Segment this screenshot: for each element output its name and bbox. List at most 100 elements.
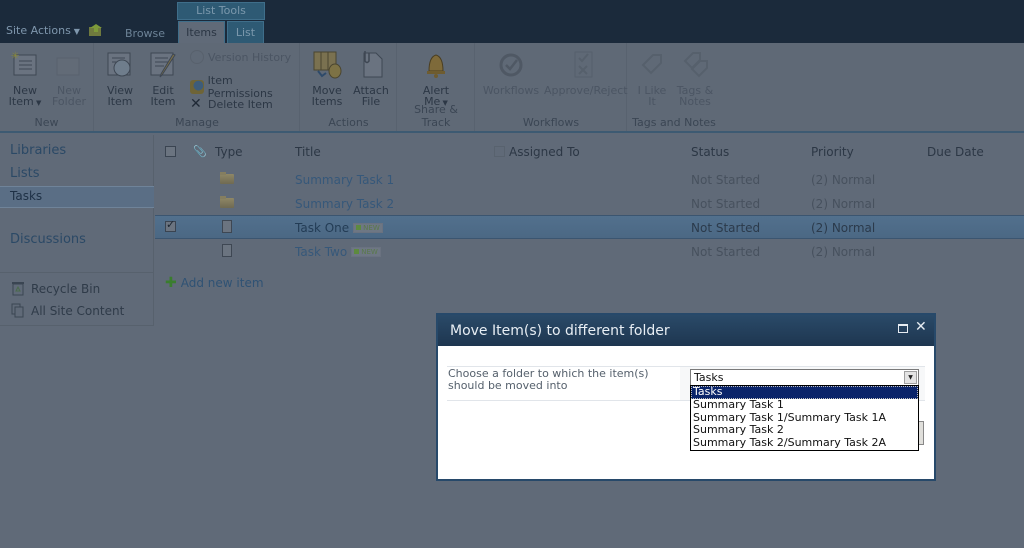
assigned-to-checkbox[interactable] [494, 146, 505, 157]
dropdown-option[interactable]: Tasks [691, 385, 918, 399]
ribbon-group-tags-notes-label: Tags and Notes [632, 116, 716, 129]
folder-icon [220, 172, 234, 184]
nav-libraries[interactable]: Libraries [10, 143, 66, 158]
attach-file-label-2: File [361, 95, 381, 108]
plus-icon: ✚ [165, 275, 177, 291]
new-folder-button[interactable]: New Folder [50, 49, 88, 107]
new-item-label-2: Item [8, 95, 34, 108]
nav-tasks[interactable]: Tasks [10, 189, 42, 203]
row-status: Not Started [691, 197, 761, 211]
top-bar: Site Actions ▼ Browse List Tools Items Li… [0, 0, 1024, 43]
nav-discussions[interactable]: Discussions [10, 232, 86, 247]
delete-item-label: Delete Item [208, 97, 273, 111]
alert-me-button[interactable]: Alert Me ▼ [418, 49, 454, 109]
dropdown-option[interactable]: Summary Task 2/Summary Task 2A [691, 436, 918, 450]
add-new-item-link[interactable]: ✚ Add new item [165, 276, 264, 290]
ribbon-group-new-label: New [34, 116, 59, 129]
site-actions-menu[interactable]: Site Actions ▼ [6, 24, 80, 37]
table-row-selected[interactable]: Task OneNEW Not Started (2) Normal [155, 215, 1024, 239]
row-priority: (2) Normal [811, 173, 876, 187]
add-new-item-label: Add new item [180, 276, 264, 290]
move-items-label-2: Items [311, 95, 343, 108]
i-like-it-button[interactable]: I Like It [636, 49, 668, 107]
tab-items[interactable]: Items [178, 21, 225, 43]
row-status: Not Started [691, 221, 761, 235]
ribbon-group-share-track: Alert Me ▼ Share & Track [398, 43, 475, 131]
nav-divider [0, 272, 154, 273]
row-title-link[interactable]: Task One NEW [295, 221, 383, 235]
maximize-icon[interactable] [898, 324, 908, 333]
tab-browse[interactable]: Browse [125, 27, 165, 40]
row-title-text: Task One [295, 221, 350, 235]
workflows-label: Workflows [482, 84, 540, 97]
table-row[interactable]: Task Two NEW Not Started (2) Normal [155, 240, 1024, 264]
dialog-title: Move Item(s) to different folder [450, 323, 670, 339]
dialog-titlebar: Move Item(s) to different folder ✕ [438, 315, 934, 346]
tab-list[interactable]: List [227, 21, 264, 43]
move-items-icon [313, 51, 342, 79]
dialog-body: Choose a folder to which the item(s) sho… [438, 346, 934, 479]
new-item-button[interactable]: ✳ New Item ▼ [8, 49, 42, 109]
new-badge: NEW [351, 247, 381, 257]
folder-dropdown-list: Tasks Summary Task 1 Summary Task 1/Summ… [690, 385, 919, 451]
dropdown-option[interactable]: Summary Task 1 [691, 398, 918, 412]
table-row[interactable]: Summary Task 2 Not Started (2) Normal [155, 192, 1024, 216]
chevron-down-icon: ▼ [33, 99, 42, 107]
edit-item-button[interactable]: Edit Item [146, 49, 180, 107]
row-title-link[interactable]: Summary Task 1 [295, 173, 394, 187]
nav-recycle-bin[interactable]: Recycle Bin [11, 281, 100, 296]
folder-select-value: Tasks [694, 371, 724, 384]
recycle-bin-icon [12, 282, 24, 296]
row-title-text: Task Two [295, 245, 348, 259]
ribbon-group-actions: Move Items Attach File Actions [301, 43, 397, 131]
chevron-down-icon: ▼ [73, 27, 80, 36]
workflows-button[interactable]: Workflows [482, 49, 540, 96]
ribbon: ✳ New Item ▼ New Folder New View Item Ed… [0, 43, 1024, 133]
move-items-button[interactable]: Move Items [309, 49, 345, 107]
column-header-status[interactable]: Status [691, 145, 729, 159]
folder-icon [220, 196, 234, 208]
permissions-icon [190, 80, 204, 94]
ribbon-group-manage: View Item Edit Item Version History Item… [95, 43, 300, 131]
attach-file-button[interactable]: Attach File [353, 49, 389, 107]
approve-reject-button[interactable]: Approve/Reject [544, 49, 628, 97]
column-header-due-date[interactable]: Due Date [927, 145, 984, 159]
ribbon-group-new: ✳ New Item ▼ New Folder New [0, 43, 94, 131]
ribbon-group-workflows: Workflows Approve/Reject Workflows [476, 43, 628, 131]
approve-reject-label: Approve/Reject [544, 84, 628, 97]
select-all-checkbox[interactable] [165, 146, 176, 157]
nav-all-site-content[interactable]: All Site Content [11, 303, 124, 318]
list-tools-group-label: List Tools [177, 2, 265, 20]
nav-lists[interactable]: Lists [10, 166, 40, 181]
attach-file-icon [363, 51, 383, 78]
edit-item-icon [150, 52, 176, 78]
ribbon-group-manage-label: Manage [175, 116, 219, 129]
navigate-up-icon[interactable] [89, 24, 103, 36]
column-header-title[interactable]: Title [295, 145, 321, 159]
column-header-type[interactable]: Type [215, 145, 243, 159]
bell-icon [427, 54, 445, 78]
row-priority: (2) Normal [811, 221, 876, 235]
row-checkbox[interactable] [165, 218, 176, 232]
delete-item-button[interactable]: ✕ Delete Item [190, 97, 273, 111]
row-status: Not Started [691, 173, 761, 187]
ribbon-group-share-track-label: Share & Track [414, 103, 458, 129]
view-item-icon [107, 52, 131, 77]
nav-recycle-bin-label: Recycle Bin [31, 281, 101, 296]
version-history-button[interactable]: Version History [190, 50, 291, 64]
tags-notes-button[interactable]: Tags & Notes [676, 49, 714, 107]
column-header-priority[interactable]: Priority [811, 145, 854, 159]
column-header-assigned-to[interactable]: Assigned To [509, 145, 580, 159]
new-folder-label-2: Folder [52, 95, 86, 108]
table-row[interactable]: Summary Task 1 Not Started (2) Normal [155, 168, 1024, 192]
row-title-link[interactable]: Task Two NEW [295, 245, 381, 259]
version-history-icon [190, 50, 204, 64]
document-icon [222, 244, 232, 257]
view-item-label-2: Item [107, 95, 133, 108]
close-icon[interactable]: ✕ [915, 319, 927, 335]
folder-select[interactable]: Tasks ▼ [690, 369, 919, 386]
chevron-down-icon[interactable]: ▼ [904, 371, 917, 384]
ribbon-group-actions-label: Actions [328, 116, 369, 129]
row-title-link[interactable]: Summary Task 2 [295, 197, 394, 211]
view-item-button[interactable]: View Item [103, 49, 137, 107]
